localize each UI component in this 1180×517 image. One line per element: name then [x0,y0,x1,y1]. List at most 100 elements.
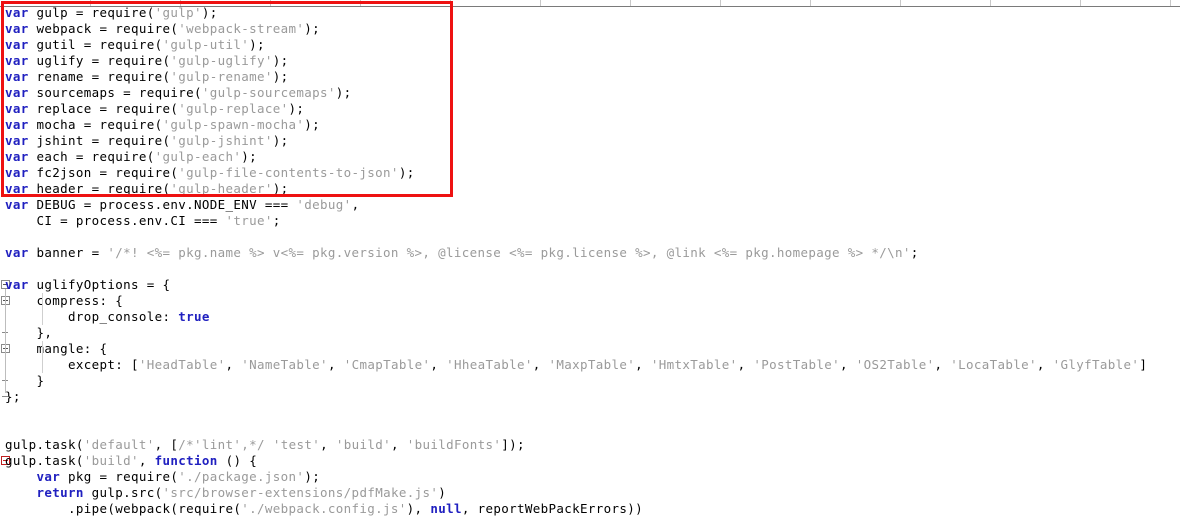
code-token: except: [ [5,357,139,372]
code-token: , [391,437,407,452]
indent-guide [42,293,43,325]
code-token: }, [5,325,53,340]
code-token: ); [241,149,258,164]
code-token: } [5,373,45,388]
code-token: var [5,53,29,68]
code-token: () { [217,453,258,468]
code-token: drop_console: [5,309,179,324]
code-token: 'HeadTable' [138,357,226,372]
code-token: 'PostTable' [753,357,840,372]
code-line: var rename = require('gulp-rename'); [5,69,289,85]
code-line: var gutil = require('gulp-util'); [5,37,265,53]
code-token: var [5,5,29,20]
code-token: , [839,357,856,372]
code-token: ); [335,85,352,100]
code-line: var sourcemaps = require('gulp-sourcemap… [5,85,352,101]
code-line: var mocha = require('gulp-spawn-mocha'); [5,117,320,133]
code-line: drop_console: true [5,309,210,325]
code-line: var replace = require('gulp-replace'); [5,101,304,117]
code-token: rename = require( [28,69,171,84]
code-token: , [225,357,242,372]
code-token: , [532,357,549,372]
code-token: 'gulp-spawn-mocha' [162,117,305,132]
code-token: var [5,149,29,164]
code-editor-surface[interactable]: var gulp = require('gulp'); var webpack =… [0,5,1180,516]
code-token: 'gulp-uglify' [170,53,273,68]
code-token: , [1036,357,1053,372]
code-token: }; [5,389,21,404]
code-line: return gulp.src('src/browser-extensions/… [5,485,446,501]
code-token: ), [406,501,431,516]
code-line: } [5,373,45,389]
code-token: CI = process.env.CI === [5,213,226,228]
code-token: gulp.task( [5,437,84,452]
code-line: }, [5,325,52,341]
ruler-tick [630,0,631,6]
ruler-tick [1080,0,1081,6]
code-token: ] [1139,357,1148,372]
code-token: header = require( [28,181,171,196]
code-token: gulp.task( [5,453,84,468]
code-token: 'gulp-sourcemaps' [201,85,336,100]
code-token: 'gulp-header' [170,181,273,196]
code-token: banner = [28,245,108,260]
code-line: var gulp = require('gulp'); [5,5,218,21]
code-token: ); [398,165,415,180]
code-token: .pipe(webpack(require( [5,501,242,516]
code-token: null [430,501,462,516]
code-token: mocha = require( [28,117,163,132]
code-token: , [327,357,344,372]
code-token: 'gulp-each' [154,149,242,164]
code-token: replace = require( [28,101,179,116]
code-token: compress: { [5,293,124,308]
code-token: 'gulp-jshint' [170,133,273,148]
code-token: var [36,469,61,484]
code-token: 'MaxpTable' [548,357,636,372]
code-token: uglify = require( [28,53,171,68]
ruler-tick [900,0,901,6]
code-text-area[interactable]: var gulp = require('gulp'); var webpack =… [0,5,1180,516]
ruler-tick [270,0,271,6]
code-line: var webpack = require('webpack-stream'); [5,21,320,37]
code-token: './webpack.config.js' [241,501,407,516]
code-token: var [5,181,29,196]
code-token: ); [272,133,289,148]
code-token: ]); [501,437,525,452]
code-token: function [154,453,218,468]
ruler-tick [540,0,541,6]
code-token: 'CmapTable' [343,357,431,372]
code-token: ); [288,101,305,116]
code-token: 'debug' [296,197,352,212]
code-token: var [5,117,29,132]
code-line: var uglify = require('gulp-uglify'); [5,53,289,69]
code-token: 'build' [335,437,391,452]
code-line: }; [5,389,21,405]
code-token: webpack = require( [28,21,179,36]
code-token: 'OS2Table' [855,357,935,372]
code-token: gulp = require( [28,5,155,20]
ruler-tick [450,0,451,6]
code-token: var [5,277,29,292]
code-token: 'gulp' [154,5,202,20]
code-line: gulp.task('default', [/*'lint',*/ 'test'… [5,437,525,453]
code-token: var [5,69,29,84]
code-token: ); [272,69,289,84]
code-line: var header = require('gulp-header'); [5,181,289,197]
code-token: 'HmtxTable' [650,357,738,372]
code-token: , reportWebPackErrors)) [461,501,643,516]
code-token: 'gulp-replace' [178,101,289,116]
code-token: 'buildFonts' [406,437,502,452]
code-line: .pipe(webpack(require('./webpack.config.… [5,501,643,517]
ruler-tick [810,0,811,6]
code-line: mangle: { [5,341,108,357]
code-token: var [5,21,29,36]
code-token: '/*! <%= pkg.name %> v<%= pkg.version %>… [107,245,911,260]
code-token: var [5,85,29,100]
code-token: uglifyOptions = { [28,277,171,292]
